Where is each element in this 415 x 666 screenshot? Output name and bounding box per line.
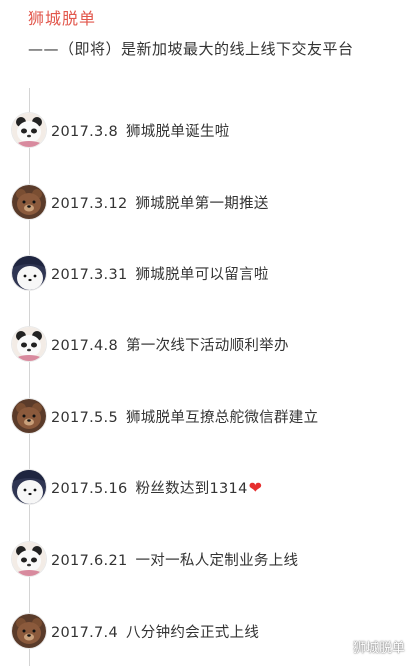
- entry-date: 2017.5.5: [51, 409, 118, 426]
- ice-bear-avatar-icon: [12, 256, 46, 290]
- entry-date: 2017.3.12: [51, 195, 128, 212]
- entry-description: 八分钟约会正式上线: [125, 624, 260, 641]
- timeline-entry: 2017.3.8 狮城脱单诞生啦: [12, 113, 230, 147]
- timeline-entry: 2017.3.12 狮城脱单第一期推送: [12, 185, 269, 219]
- entry-date: 2017.3.31: [51, 266, 128, 283]
- timeline-entry: 2017.6.21 一对一私人定制业务上线: [12, 542, 298, 576]
- ice-bear-avatar-icon: [12, 470, 46, 504]
- timeline-entry: 2017.7.4 八分钟约会正式上线: [12, 614, 259, 648]
- panda-avatar-icon: [12, 113, 46, 147]
- entry-date: 2017.4.8: [51, 337, 118, 354]
- timeline-entry: 2017.3.31 狮城脱单可以留言啦: [12, 256, 269, 290]
- watermark: 狮城脱单: [332, 637, 405, 656]
- timeline-entry: 2017.4.8 第一次线下活动顺利举办: [12, 327, 289, 361]
- entry-description: 粉丝数达到1314: [135, 480, 248, 497]
- timeline-entry: 2017.5.5 狮城脱单互撩总舵微信群建立: [12, 399, 318, 433]
- entry-description: 一对一私人定制业务上线: [135, 552, 299, 569]
- entry-date: 2017.5.16: [51, 480, 128, 497]
- entry-date: 2017.7.4: [51, 624, 118, 641]
- timeline-entry: 2017.5.16 粉丝数达到1314❤: [12, 470, 262, 504]
- entry-description: 狮城脱单可以留言啦: [135, 266, 269, 283]
- entry-date: 2017.3.8: [51, 123, 118, 140]
- timeline-line: [29, 88, 30, 666]
- entry-description: 第一次线下活动顺利举办: [125, 337, 289, 354]
- watermark-text: 狮城脱单: [352, 641, 405, 656]
- entry-description: 狮城脱单互撩总舵微信群建立: [125, 409, 319, 426]
- wechat-icon: [332, 640, 349, 653]
- entry-description: 狮城脱单诞生啦: [125, 123, 230, 140]
- panda-avatar-icon: [12, 327, 46, 361]
- brown-bear-avatar-icon: [12, 185, 46, 219]
- entry-description: 狮城脱单第一期推送: [135, 195, 269, 212]
- brand-title: 狮城脱单: [28, 9, 97, 28]
- brown-bear-avatar-icon: [12, 399, 46, 433]
- entry-date: 2017.6.21: [51, 552, 128, 569]
- heart-icon: ❤: [248, 477, 263, 497]
- brown-bear-avatar-icon: [12, 614, 46, 648]
- tagline: ——（即将）是新加坡最大的线上线下交友平台: [28, 40, 354, 58]
- panda-avatar-icon: [12, 542, 46, 576]
